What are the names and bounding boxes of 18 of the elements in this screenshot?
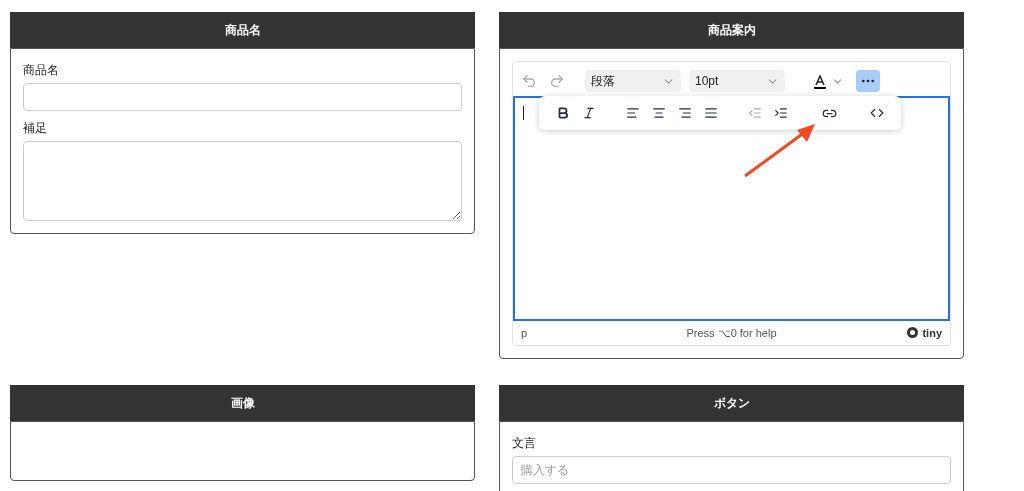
logo-icon [907,327,919,339]
font-size-select[interactable]: 10pt [689,70,785,92]
brand-logo[interactable]: tiny [922,324,942,341]
field-label: 商品名 [23,62,60,79]
more-button[interactable] [856,70,880,92]
textarea-field[interactable] [23,141,462,221]
help-hint: Press ⌥0 for help [685,325,778,341]
field-label: 補足 [23,120,48,137]
panel-header: 商品名 [10,12,475,48]
field-label: 文言 [512,435,537,452]
panel-header: 画像 [10,385,475,421]
text-color-icon[interactable] [813,73,827,89]
block-format-select[interactable]: 段落 [585,70,681,92]
input-field[interactable] [23,83,462,111]
panel-header: ボタン [499,385,964,421]
element-path: p [521,325,529,341]
text-cursor [523,106,524,120]
panel-header: 商品案内 [499,12,964,48]
